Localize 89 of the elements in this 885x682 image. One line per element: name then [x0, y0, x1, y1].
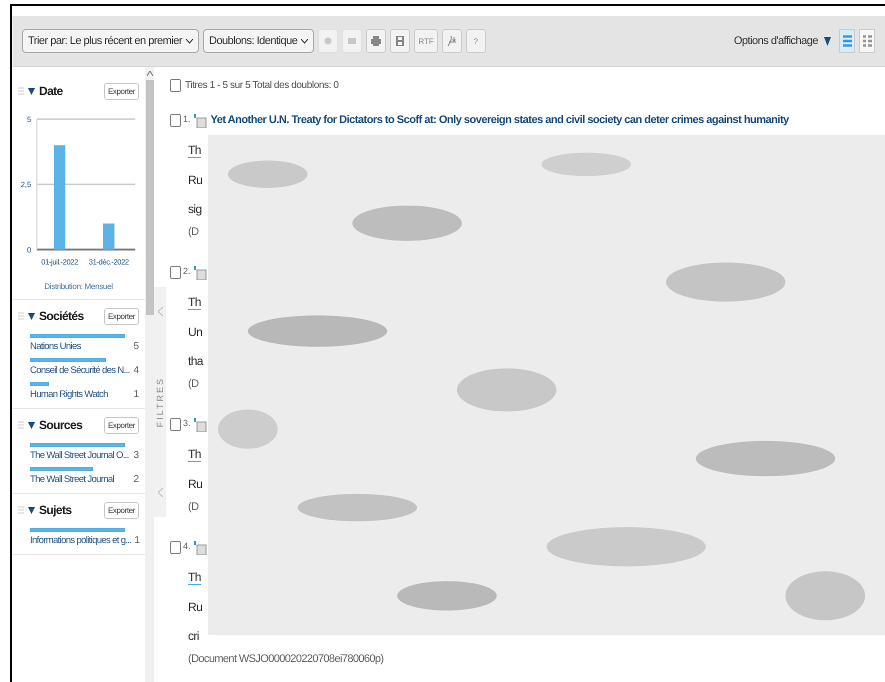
drag-handle-icon [18, 420, 24, 430]
scrollbar-thumb[interactable] [146, 80, 154, 315]
save-icon [394, 35, 406, 47]
filter-title: Sujets [39, 503, 72, 517]
caret-down-icon[interactable] [28, 312, 35, 320]
grid-view-button[interactable] [859, 29, 875, 53]
chevron-left-icon [158, 307, 162, 316]
result-snippet: Ru [188, 173, 202, 187]
chart-bar [103, 224, 114, 250]
count-bar [30, 382, 49, 386]
filter-count: 1 [133, 389, 139, 400]
export-button[interactable]: Exporter [104, 502, 139, 518]
result-checkbox[interactable] [170, 541, 181, 554]
result-title-link[interactable]: Yet Another U.N. Treaty for Dictators to Scoff at: Only sovereign states and civil society can deter crimes against humanity [210, 114, 789, 126]
chart-caption: Distribution: Mensuel [43, 282, 114, 291]
grid-icon [862, 35, 872, 47]
list-icon [842, 35, 852, 47]
result-byline: Th [188, 447, 201, 462]
filter-link[interactable]: Informations politiques et g... [30, 535, 132, 546]
result-number: 2. [183, 266, 191, 276]
result-checkbox[interactable] [170, 114, 181, 127]
caret-down-icon [824, 36, 831, 46]
result-number: 4. [183, 541, 191, 551]
display-options-button[interactable]: Options d'affichage [730, 35, 835, 47]
axis-category-label: 31-déc.-2022 [88, 258, 129, 267]
scroll-up-icon[interactable] [146, 71, 152, 76]
filter-count: 2 [133, 474, 139, 485]
chevron-left-icon [158, 488, 162, 497]
drag-handle-icon [18, 86, 24, 96]
filter-link[interactable]: Conseil de Sécurité des N... [30, 365, 130, 376]
select-all-checkbox[interactable] [170, 79, 181, 92]
document-id: (D [188, 501, 198, 513]
result-snippet: Un [188, 325, 202, 339]
document-icon [192, 418, 207, 432]
result-snippet: cri [188, 629, 199, 643]
envelope-icon [346, 35, 358, 47]
pdf-button[interactable] [442, 29, 462, 53]
filters-label: FILTRES [155, 376, 165, 428]
duplicates-dropdown[interactable]: Doublons: Identique [203, 29, 314, 53]
print-button[interactable] [366, 29, 386, 53]
filter-title: Sources [39, 418, 84, 432]
filter-link[interactable]: Nations Unies [30, 341, 81, 352]
caret-down-icon[interactable] [28, 506, 35, 514]
list-view-button[interactable] [839, 29, 855, 53]
result-byline: Th [188, 570, 201, 585]
chevron-down-icon [186, 38, 193, 44]
axis-tick-label: 5 [27, 114, 32, 124]
filter-link[interactable]: The Wall Street Journal O... [30, 450, 129, 461]
filter-count: 4 [133, 365, 139, 376]
save-button[interactable] [390, 29, 410, 53]
result-checkbox[interactable] [170, 266, 181, 279]
filter-title: Date [39, 84, 64, 98]
result-snippet: Ru [188, 600, 202, 614]
caret-down-icon[interactable] [28, 422, 35, 428]
document-icon [192, 114, 207, 128]
result-snippet: Ru [188, 477, 202, 491]
axis-tick-label: 0 [27, 245, 32, 254]
result-byline: Th [188, 143, 201, 158]
result-byline: Th [188, 295, 201, 310]
result-snippet: sig [188, 202, 202, 216]
document-icon [192, 266, 207, 280]
export-button[interactable]: Exporter [104, 416, 139, 434]
document-id: (D [188, 378, 198, 390]
document-id: (D [188, 226, 198, 238]
document-icon [192, 541, 207, 555]
result-number: 1. [183, 114, 191, 124]
export-button[interactable]: Exporter [104, 82, 139, 100]
count-bar [30, 467, 94, 471]
circle-icon [322, 35, 334, 47]
filter-count: 1 [134, 535, 140, 546]
axis-category-label: 01-juil.-2022 [41, 258, 78, 267]
export-button[interactable]: Exporter [104, 308, 139, 324]
pdf-icon [446, 35, 458, 47]
drag-handle-icon [18, 505, 24, 515]
filter-title: Sociétés [39, 309, 85, 323]
document-id: (Document WSJO000020220708ei780060p) [188, 653, 384, 665]
results-summary: Titres 1 - 5 sur 5 Total des doublons: 0 [185, 80, 339, 91]
result-snippet: tha [188, 354, 203, 368]
filter-count: 5 [133, 341, 139, 352]
drag-handle-icon [18, 311, 24, 321]
result-checkbox[interactable] [170, 418, 181, 431]
chevron-down-icon [301, 38, 308, 44]
caret-down-icon[interactable] [28, 88, 35, 94]
sort-dropdown[interactable]: Trier par: Le plus récent en premier [22, 29, 199, 53]
result-number: 3. [183, 418, 191, 428]
axis-tick-label: 2,5 [20, 180, 32, 190]
filter-count: 3 [133, 450, 139, 461]
filter-link[interactable]: Human Rights Watch [30, 389, 108, 400]
filter-link[interactable]: The Wall Street Journal [30, 474, 114, 485]
